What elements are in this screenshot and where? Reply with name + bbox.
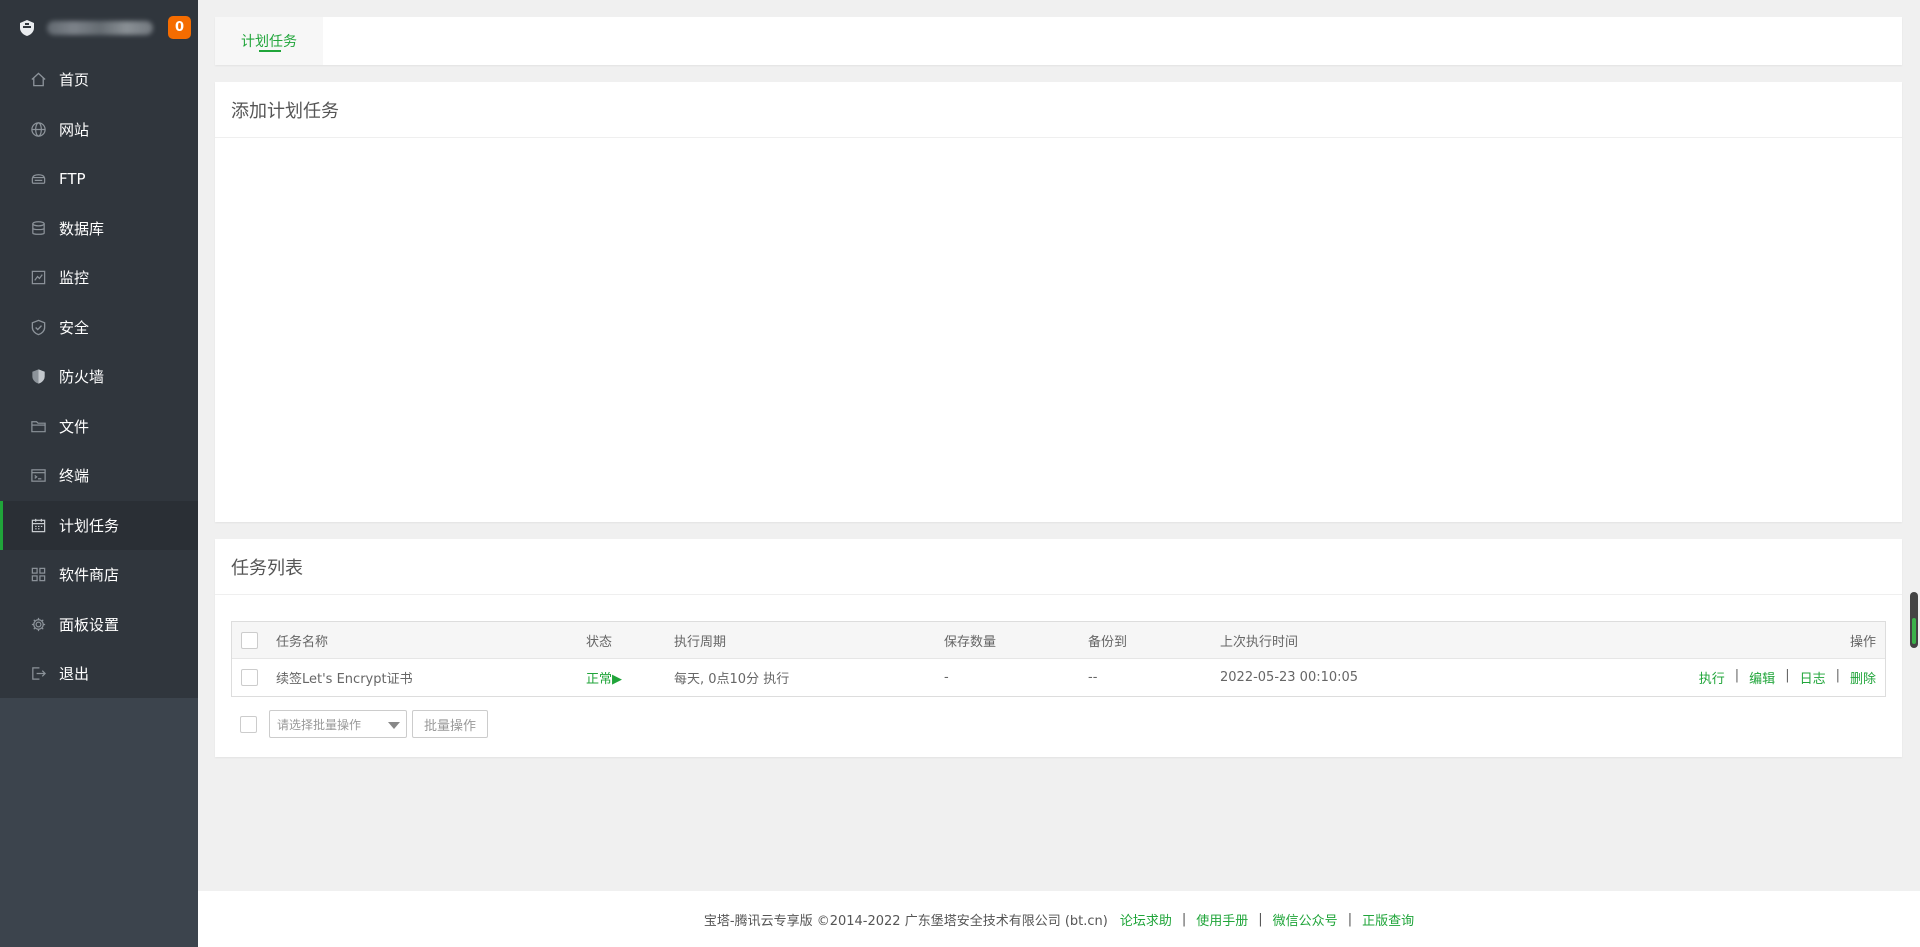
task-last-run: 2022-05-23 00:10:05 (1220, 670, 1359, 685)
sidebar-item-label: FTP (59, 169, 86, 188)
gear-icon (29, 615, 47, 633)
sidebar-item-ftp[interactable]: FTP (0, 154, 198, 204)
sidebar-item-logout[interactable]: 退出 (0, 649, 198, 699)
sidebar-item-home[interactable]: 首页 (0, 55, 198, 105)
col-header-last-run: 上次执行时间 (1220, 634, 1299, 650)
col-header-backup: 备份到 (1088, 634, 1128, 650)
grid-apps-icon (29, 566, 47, 584)
sidebar-item-label: 软件商店 (59, 566, 120, 585)
action-separator: | (1785, 668, 1790, 683)
table-header-row: 任务名称 状态 执行周期 保存数量 备份到 上次执行时间 操作 (232, 622, 1885, 659)
sidebar-item-security[interactable]: 安全 (0, 303, 198, 353)
task-list-title: 任务列表 (215, 539, 1902, 595)
add-task-panel: 添加计划任务 (215, 82, 1902, 522)
sidebar-item-firewall[interactable]: 防火墙 (0, 352, 198, 402)
bt-logo-icon (17, 18, 37, 38)
sidebar-item-label: 防火墙 (59, 368, 105, 387)
sidebar-menu: 0 首页 网站 FTP 数据库 监控 安全 防火墙 文件 终端 计划任务 软件商… (0, 0, 198, 698)
sidebar-item-cron[interactable]: 计划任务 (0, 500, 198, 550)
sidebar-item-label: 终端 (59, 467, 90, 486)
firewall-shield-icon (29, 368, 47, 386)
database-icon (29, 219, 47, 237)
task-table: 任务名称 状态 执行周期 保存数量 备份到 上次执行时间 操作 续签Let's … (231, 621, 1886, 697)
caret-down-icon (388, 722, 400, 729)
log-link[interactable]: 日志 (1800, 668, 1826, 687)
tab-cron[interactable]: 计划任务 (215, 17, 323, 65)
sidebar-item-terminal[interactable]: 终端 (0, 451, 198, 501)
footer-separator: | (1347, 911, 1353, 927)
sidebar-item-files[interactable]: 文件 (0, 402, 198, 452)
shield-check-icon (29, 318, 47, 336)
scrollbar-widget[interactable] (1910, 592, 1918, 648)
col-header-actions: 操作 (1849, 634, 1876, 650)
sidebar-item-label: 监控 (59, 269, 90, 288)
sidebar-item-website[interactable]: 网站 (0, 105, 198, 155)
footer-link-manual[interactable]: 使用手册 (1196, 910, 1248, 929)
col-header-keep: 保存数量 (944, 634, 997, 650)
edit-link[interactable]: 编辑 (1749, 668, 1775, 687)
sidebar-item-label: 文件 (59, 417, 90, 436)
folder-icon (29, 417, 47, 435)
sidebar-item-label: 计划任务 (59, 516, 120, 535)
sidebar-item-label: 面板设置 (59, 615, 120, 634)
sidebar-item-label: 安全 (59, 318, 90, 337)
batch-checkbox[interactable] (240, 715, 257, 733)
add-task-title: 添加计划任务 (215, 82, 1902, 138)
col-header-status: 状态 (586, 634, 613, 650)
task-cycle: 每天, 0点10分 执行 (674, 672, 790, 687)
task-keep: - (944, 670, 949, 685)
sidebar-item-label: 退出 (59, 665, 90, 684)
footer-link-forum[interactable]: 论坛求助 (1120, 910, 1172, 929)
home-icon (29, 71, 47, 89)
sidebar-item-label: 首页 (59, 71, 90, 90)
notification-badge[interactable]: 0 (168, 16, 191, 39)
sidebar-header: 0 (0, 0, 198, 55)
batch-select[interactable]: 请选择批量操作 (269, 710, 407, 738)
sidebar-item-label: 数据库 (59, 219, 105, 238)
select-all-checkbox[interactable] (241, 631, 258, 649)
footer-link-wechat[interactable]: 微信公众号 (1273, 910, 1338, 929)
sidebar-item-monitor[interactable]: 监控 (0, 253, 198, 303)
sidebar-item-database[interactable]: 数据库 (0, 204, 198, 254)
task-name: 续签Let's Encrypt证书 (276, 672, 413, 687)
row-checkbox[interactable] (241, 669, 258, 686)
terminal-icon (29, 467, 47, 485)
tab-bar: 计划任务 (215, 17, 1902, 65)
footer-link-license[interactable]: 正版查询 (1362, 910, 1414, 929)
batch-select-placeholder: 请选择批量操作 (277, 717, 362, 732)
sidebar-item-label: 网站 (59, 120, 90, 139)
footer-separator: | (1258, 911, 1263, 927)
run-link[interactable]: 执行 (1699, 668, 1725, 687)
sidebar-item-settings[interactable]: 面板设置 (0, 600, 198, 650)
task-list-panel: 任务列表 任务名称 状态 执行周期 保存数量 备份到 上次执行时间 操作 续签L… (215, 539, 1902, 757)
main-content: 计划任务 添加计划任务 任务列表 任务名称 状态 执行周期 保存数量 备份到 上… (198, 0, 1920, 947)
sidebar: 0 首页 网站 FTP 数据库 监控 安全 防火墙 文件 终端 计划任务 软件商… (0, 0, 198, 947)
ftp-icon (29, 170, 47, 188)
action-separator: | (1734, 668, 1740, 683)
table-row: 续签Let's Encrypt证书 正常▶ 每天, 0点10分 执行 - -- … (232, 659, 1885, 696)
action-separator: | (1835, 668, 1840, 683)
globe-icon (29, 120, 47, 138)
col-header-name: 任务名称 (276, 634, 329, 650)
batch-bar: 请选择批量操作 批量操作 (231, 709, 488, 739)
task-status[interactable]: 正常▶ (586, 668, 622, 687)
logout-icon (29, 665, 47, 683)
calendar-icon (29, 516, 47, 534)
col-header-cycle: 执行周期 (674, 634, 727, 650)
footer-copyright: 宝塔-腾讯云专享版 ©2014-2022 广东堡塔安全技术有限公司 (bt.cn… (703, 913, 1108, 929)
task-backup-to: -- (1088, 670, 1098, 685)
sidebar-item-store[interactable]: 软件商店 (0, 550, 198, 600)
row-actions: 执行 | 编辑 | 日志 | 删除 (1699, 668, 1876, 687)
delete-link[interactable]: 删除 (1850, 668, 1876, 687)
monitor-icon (29, 269, 47, 287)
server-name-blurred (47, 20, 153, 35)
footer-separator: | (1181, 911, 1187, 927)
footer: 宝塔-腾讯云专享版 ©2014-2022 广东堡塔安全技术有限公司 (bt.cn… (198, 891, 1920, 947)
batch-button[interactable]: 批量操作 (412, 710, 488, 738)
